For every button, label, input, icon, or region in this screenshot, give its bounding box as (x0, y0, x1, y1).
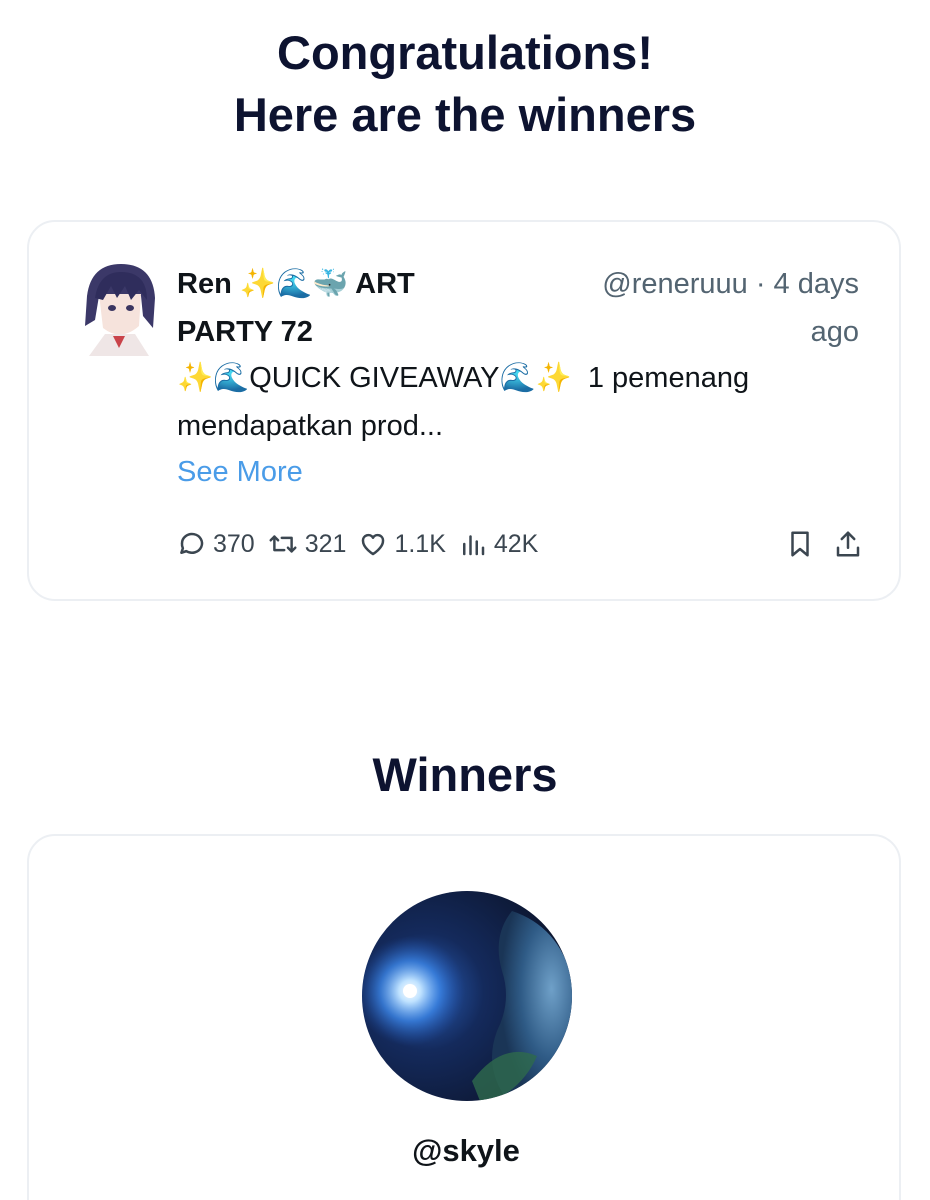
page-title: Congratulations! Here are the winners (0, 22, 930, 146)
tweet-author-handle-time[interactable]: @reneruuu · 4 days ago (529, 260, 859, 356)
handle-time-line-2: ago (810, 316, 859, 348)
title-line-2: Here are the winners (233, 88, 697, 141)
author-name-line-2: PARTY 72 (177, 316, 313, 348)
winner-avatar[interactable] (362, 891, 572, 1101)
share-button[interactable] (833, 529, 863, 559)
see-more-link[interactable]: See More (177, 448, 303, 496)
tweet-actions (767, 524, 863, 564)
retweet-count[interactable]: 321 (267, 529, 347, 559)
tweet-metrics: 370 321 1.1K 42K (177, 524, 550, 564)
reply-icon (180, 532, 204, 554)
reply-count[interactable]: 370 (177, 529, 255, 559)
tweet-text-line-2: mendapatkan prod... (177, 410, 444, 442)
reply-count-value: 370 (213, 529, 255, 558)
tweet-author-avatar[interactable] (69, 256, 169, 356)
retweet-icon (269, 535, 297, 553)
tweet-author-name[interactable]: Ren ✨🌊🐳 ART PARTY 72 (177, 260, 557, 356)
handle-time-line-1: @reneruuu · 4 days (602, 268, 859, 300)
winner-card[interactable]: @skyle (27, 834, 901, 1200)
retweet-count-value: 321 (304, 529, 347, 558)
tweet-card[interactable]: Ren ✨🌊🐳 ART PARTY 72 @reneruuu · 4 days … (27, 220, 901, 601)
views-count-value: 42K (493, 529, 539, 558)
views-icon (462, 535, 485, 556)
like-count[interactable]: 1.1K (358, 529, 446, 559)
bookmark-button[interactable] (785, 529, 815, 559)
bookmark-icon (791, 531, 809, 557)
giveaway-results-page: Congratulations! Here are the winners Re… (0, 0, 930, 1200)
author-name-line-1: Ren ✨🌊🐳 ART (177, 268, 415, 300)
tweet-text-line-1: ✨🌊QUICK GIVEAWAY🌊✨ 1 pemenang (177, 362, 750, 394)
like-icon (362, 533, 385, 556)
tweet-text: ✨🌊QUICK GIVEAWAY🌊✨ 1 pemenang mendapatka… (177, 354, 857, 450)
share-icon (836, 531, 860, 557)
title-line-1: Congratulations! (277, 26, 653, 79)
winner-handle[interactable]: @skyle (29, 1127, 903, 1175)
like-count-value: 1.1K (394, 529, 446, 558)
views-count[interactable]: 42K (458, 529, 538, 559)
winners-heading: Winners (372, 748, 558, 801)
